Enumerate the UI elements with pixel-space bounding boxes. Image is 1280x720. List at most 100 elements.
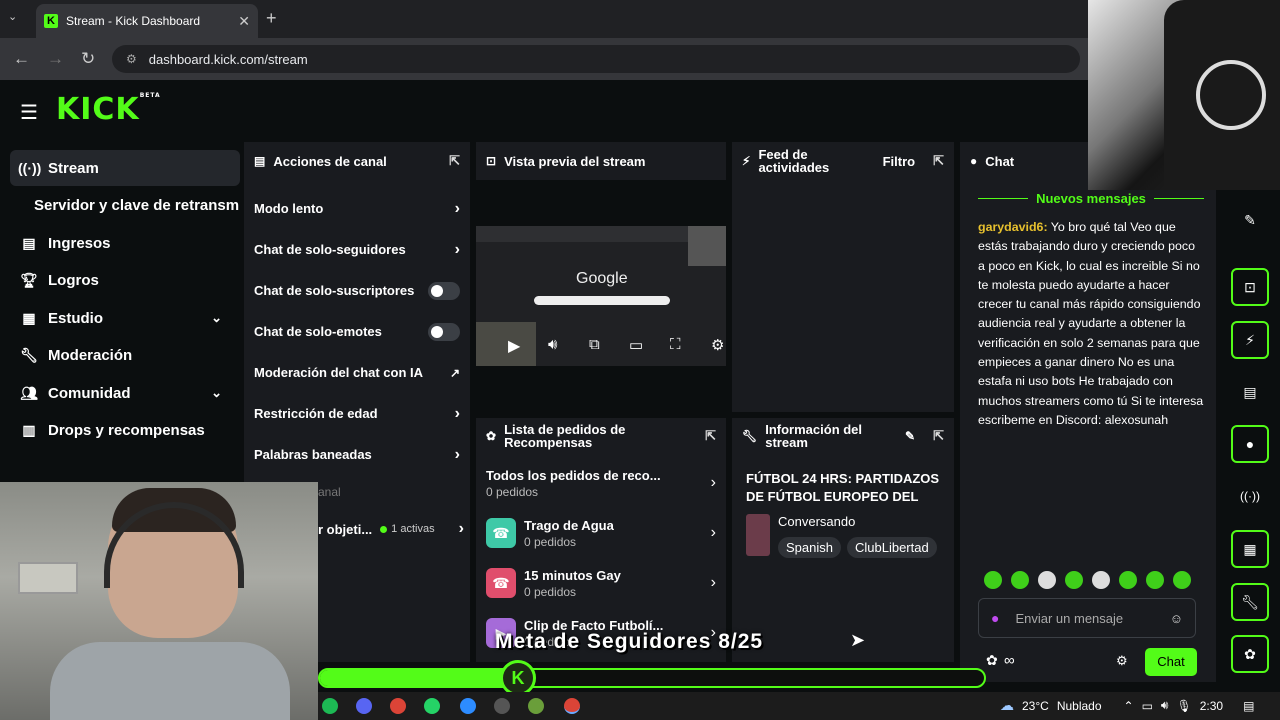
microphone-icon[interactable]: 🎙︎ [1176,699,1191,713]
popout-icon[interactable]: ⇱ [705,428,716,444]
person-shirt [50,642,290,720]
preview-player[interactable]: Google ▶ 🔊︎ ⧉ ▭ ⛶ ⚙ [476,180,726,412]
close-tab-icon[interactable]: ✕ [238,13,250,30]
chrome-active-icon[interactable] [564,698,580,714]
notifications-icon[interactable]: ▤ [1243,699,1254,713]
gift-icon: ✿ [486,429,497,443]
row-goals-partial[interactable]: r objeti... 1 activas › [318,520,464,538]
edit-pencil-icon[interactable]: ✎ [905,429,915,443]
discord-icon[interactable] [356,698,372,714]
row-followers-only[interactable]: Chat de solo-seguidores › [244,229,470,270]
chat-message-text: Yo bro qué tal Veo que estás trabajando … [978,220,1204,427]
broadcast-icon: ((·)) [18,160,42,176]
popout-icon[interactable]: ⇱ [449,153,460,169]
reward-all[interactable]: Todos los pedidos de reco... 0 pedidos › [476,458,726,508]
active-dot-icon [380,525,388,533]
emote-icon[interactable] [1173,571,1191,589]
emote-icon[interactable] [1065,571,1083,589]
reward-item[interactable]: ☎ Trago de Agua 0 pedidos › [476,508,726,558]
spotify-icon[interactable] [322,698,338,714]
chat-send-button[interactable]: Chat [1145,648,1197,676]
volume-icon[interactable]: 🔊︎ [548,336,557,353]
sidebar-item-moderacion[interactable]: 🔧︎ Moderación [10,337,240,373]
chat-settings-gear-icon[interactable]: ⚙ [1116,653,1128,669]
panel-header: ✿ Lista de pedidos de Recompensas ⇱ [476,418,726,454]
url-text: dashboard.kick.com/stream [148,51,308,67]
network-icon[interactable]: ▭ [1142,699,1153,713]
sidebar-item-comunidad[interactable]: 👥︎ Comunidad ⌄ [10,375,240,411]
user-settings-icon[interactable]: ✿ [986,652,998,669]
zoom-icon[interactable] [460,698,476,714]
new-tab-button[interactable]: + [266,8,277,29]
panel-title: Chat [985,153,1015,169]
rail-camera-icon[interactable]: ▦ [1231,530,1269,568]
back-icon[interactable]: ← [13,49,30,69]
reload-icon[interactable]: ↻ [81,49,95,69]
community-icon: 👥︎ [20,384,38,401]
url-input[interactable]: ⚙ dashboard.kick.com/stream [112,45,1080,73]
tag-chip[interactable]: ClubLibertad [846,537,937,558]
browser-tab[interactable]: K Stream - Kick Dashboard ✕ [36,4,258,38]
sidebar-item-estudio[interactable]: ▦ Estudio ⌄ [10,300,240,336]
rail-bolt-icon[interactable]: ⚡︎ [1231,321,1269,359]
emoji-icon[interactable]: ☺ [1170,611,1183,626]
rail-preview-icon[interactable]: ⊡ [1231,268,1269,306]
edit-pencil-icon[interactable]: ✎ [1231,201,1269,239]
infinity-icon[interactable]: ∞ [1004,652,1015,669]
menu-hamburger-icon[interactable]: ☰ [20,100,38,125]
row-banned-words[interactable]: Palabras baneadas › [244,434,470,475]
row-ai-moderation[interactable]: Moderación del chat con IA ↗ [244,352,470,393]
tag-chip[interactable]: Spanish [778,537,841,558]
fullscreen-icon[interactable]: ⛶ [670,336,681,353]
weather-temp[interactable]: 23°C [1022,699,1049,713]
rail-broadcast-icon[interactable]: ((·)) [1231,477,1269,515]
emote-icon[interactable] [1119,571,1137,589]
emote-icon[interactable] [1146,571,1164,589]
filter-button[interactable]: Filtro [883,154,916,169]
sidebar-item-drops[interactable]: ▥ Drops y recompensas [10,412,240,448]
settings-gear-icon[interactable]: ⚙ [711,336,724,354]
emote-icon[interactable] [984,571,1002,589]
emotes-only-toggle[interactable] [428,322,460,341]
chat-username[interactable]: garydavid6 [978,220,1043,234]
sidebar-item-stream[interactable]: ((·)) Stream [10,150,240,186]
sidebar-item-server-key[interactable]: Servidor y clave de retransmisión [34,197,240,214]
new-messages-label: Nuevos mensajes [1036,190,1146,206]
popout-icon[interactable]: ⇱ [933,153,944,169]
emote-icon[interactable] [1011,571,1029,589]
rail-list-icon[interactable]: ▤ [1231,373,1269,411]
chat-message-input[interactable]: ● Enviar un mensaje ☺ [978,598,1196,638]
reward-item[interactable]: ☎ 15 minutos Gay 0 pedidos › [476,558,726,608]
tab-list-chevron-icon[interactable]: ⌄ [8,10,17,23]
rail-wrench-icon[interactable]: 🔧︎ [1231,583,1269,621]
rail-chat-icon[interactable]: ● [1231,425,1269,463]
site-info-icon[interactable]: ⚙ [126,52,137,66]
rail-gift-icon[interactable]: ✿ [1231,635,1269,673]
sidebar-item-logros[interactable]: 🏆︎ Logros [10,262,240,298]
row-slow-mode[interactable]: Modo lento › [244,188,470,229]
sidebar-item-ingresos[interactable]: ▤ Ingresos [10,225,240,261]
emote-icon[interactable] [1092,571,1110,589]
pip-icon[interactable]: ⧉ [589,336,600,353]
forward-icon[interactable]: → [47,49,64,69]
tray-chevron-icon[interactable]: ⌃ [1124,699,1134,713]
row-label: Palabras baneadas [254,447,372,462]
emote-icon[interactable] [1038,571,1056,589]
kick-logo[interactable]: KICKBETA [56,92,161,127]
volume-icon[interactable]: 🔊︎ [1161,698,1169,713]
subscribers-only-toggle[interactable] [428,281,460,300]
popout-icon[interactable]: ⇱ [933,428,944,444]
tag-list: Spanish ClubLibertad [778,537,940,558]
clock[interactable]: 2:30 [1200,699,1223,713]
weather-status[interactable]: Nublado [1057,699,1102,713]
minecraft-icon[interactable] [528,698,544,714]
play-icon[interactable]: ▶ [508,336,520,356]
chevron-right-icon: › [458,520,464,537]
chrome-icon[interactable] [390,698,406,714]
preview-cam-thumb [688,226,726,266]
theater-icon[interactable]: ▭ [629,336,643,354]
whatsapp-icon[interactable] [424,698,440,714]
row-age-restriction[interactable]: Restricción de edad › [244,393,470,434]
obs-icon[interactable] [494,698,510,714]
microphone-icon[interactable]: ● [991,610,999,626]
